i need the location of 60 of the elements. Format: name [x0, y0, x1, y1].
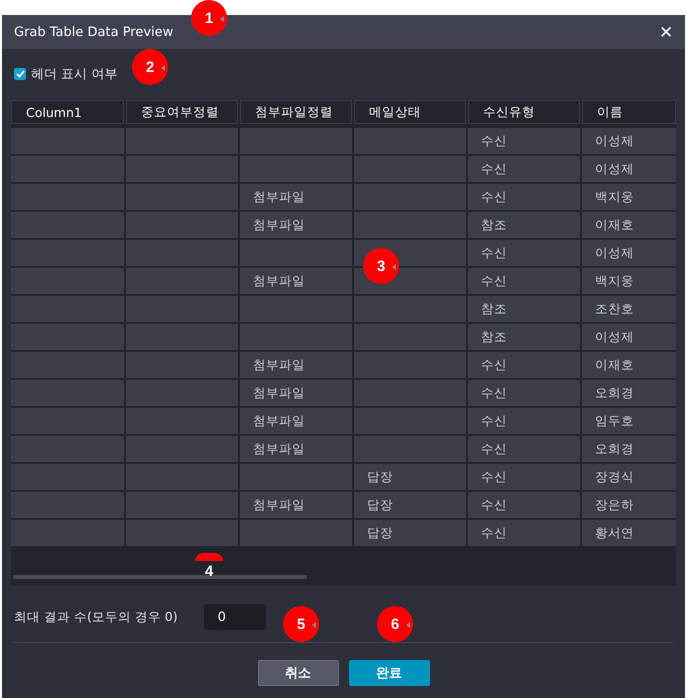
table-cell: 황서연	[582, 520, 676, 546]
table-cell: 수신	[468, 240, 580, 266]
table-cell: 이성제	[582, 324, 676, 350]
column-header[interactable]: 이름	[582, 100, 676, 124]
callout-badge: 4	[194, 553, 224, 587]
callout-badge: 5	[283, 606, 319, 642]
table-cell: 수신	[468, 156, 580, 182]
table-cell: 이성제	[582, 156, 676, 182]
table-cell: 참조	[468, 212, 580, 238]
table-cell: 첨부파일	[240, 436, 352, 462]
column-header[interactable]: 메일상태	[354, 100, 466, 124]
table-cell: 수신	[468, 268, 580, 294]
table-cell: 첨부파일	[240, 380, 352, 406]
table-cell: 첨부파일	[240, 184, 352, 210]
table-cell: 백지웅	[582, 184, 676, 210]
table-cell: 이재호	[582, 212, 676, 238]
table-cell: 수신	[468, 128, 580, 154]
table-cell: 오희경	[582, 436, 676, 462]
table-cell: 참조	[468, 324, 580, 350]
table-cell: 답장	[354, 520, 466, 546]
table-cell: 수신	[468, 492, 580, 518]
callout-badge: 2	[132, 49, 168, 85]
table-cell: 첨부파일	[240, 352, 352, 378]
close-button[interactable]: ✕	[657, 22, 675, 42]
callout-badge: 6	[377, 606, 413, 642]
max-results-field[interactable]: 0	[204, 604, 266, 630]
window-title: Grab Table Data Preview	[14, 24, 174, 40]
table-cell: 수신	[468, 408, 580, 434]
cancel-button[interactable]: 취소	[258, 660, 338, 686]
table-cell: 수신	[468, 352, 580, 378]
table-cell: 백지웅	[582, 268, 676, 294]
table-cell: 이성제	[582, 128, 676, 154]
table-cell: 수신	[468, 464, 580, 490]
callout-badge: 1	[191, 0, 227, 36]
table-cell: 임두호	[582, 408, 676, 434]
table-cell: 장경식	[582, 464, 676, 490]
table-cell: 이성제	[582, 240, 676, 266]
table-cell: 답장	[354, 492, 466, 518]
table-cell: 수신	[468, 520, 580, 546]
table-cell: 조찬호	[582, 296, 676, 322]
column-header[interactable]: 중요여부정렬	[126, 100, 238, 124]
table-cell: 수신	[468, 436, 580, 462]
table-cell: 답장	[354, 464, 466, 490]
header-checkbox[interactable]	[14, 68, 26, 80]
column-header[interactable]: 첨부파일정렬	[240, 100, 352, 124]
column-header[interactable]: 수신유형	[468, 100, 580, 124]
table-cell: 오희경	[582, 380, 676, 406]
max-results-label: 최대 결과 수(모두의 경우 0)	[14, 608, 178, 626]
table-cell: 첨부파일	[240, 212, 352, 238]
table-cell: 첨부파일	[240, 268, 352, 294]
table-cell: 참조	[468, 296, 580, 322]
table-cell: 첨부파일	[240, 408, 352, 434]
checkbox-label: 헤더 표시 여부	[31, 66, 118, 83]
table-cell: 이재호	[582, 352, 676, 378]
table-cell: 수신	[468, 184, 580, 210]
column-header[interactable]: Column1	[11, 100, 124, 124]
scrollbar-thumb[interactable]	[13, 575, 307, 579]
table-cell: 수신	[468, 380, 580, 406]
table-cell: 첨부파일	[240, 492, 352, 518]
table-cell: 장은하	[582, 492, 676, 518]
